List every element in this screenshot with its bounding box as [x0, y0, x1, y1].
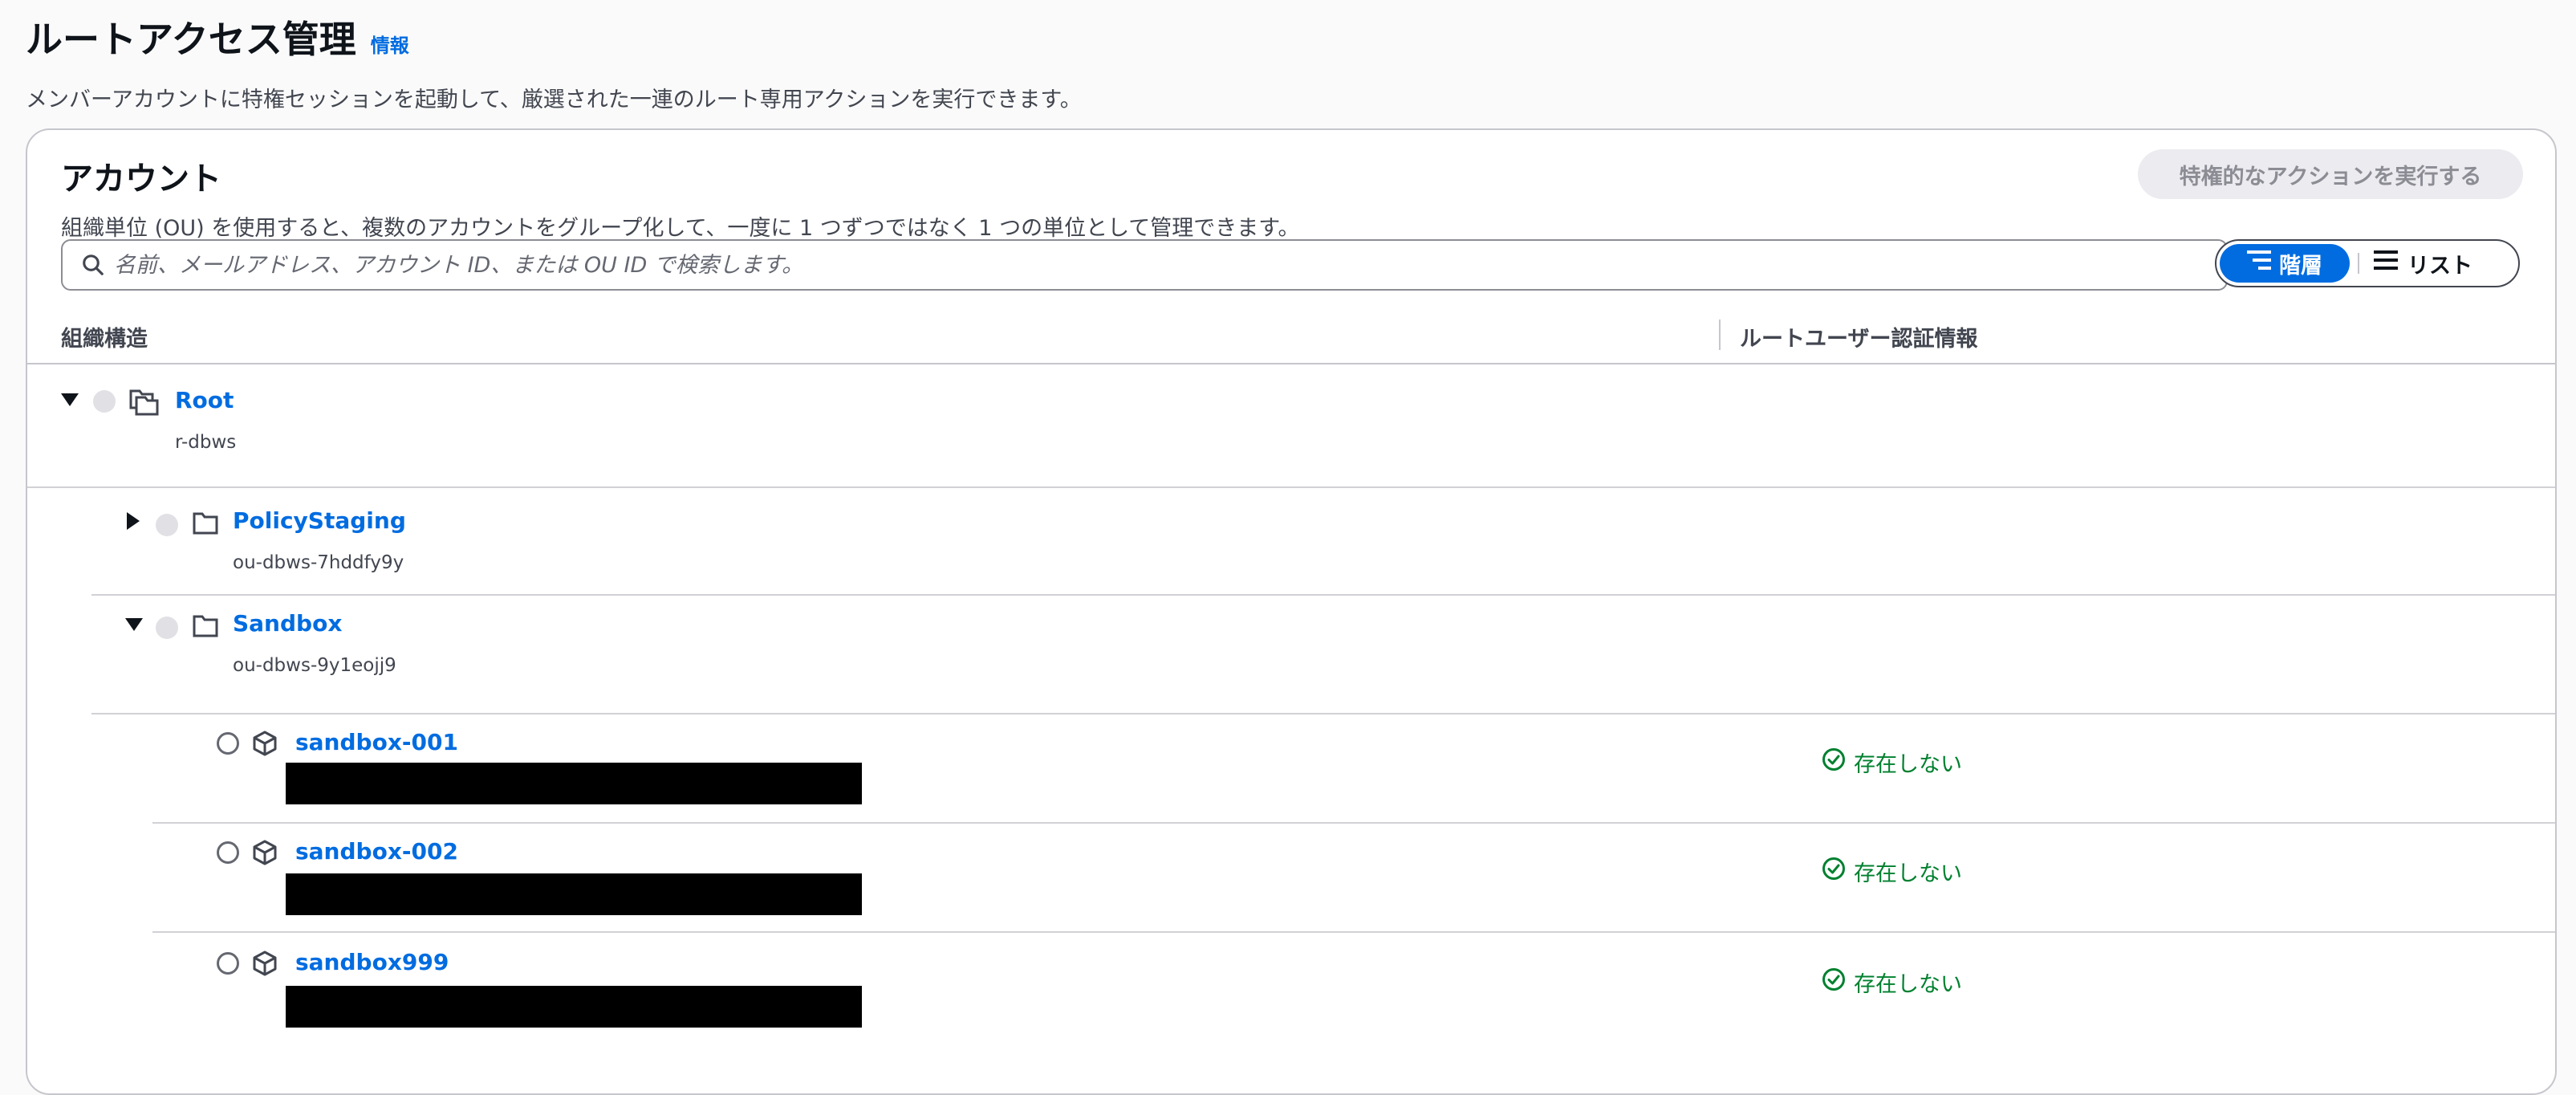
title-row: ルートアクセス管理 情報 — [26, 14, 1082, 64]
ou-select-indicator — [156, 617, 178, 639]
account-name[interactable]: sandbox999 — [295, 949, 449, 975]
redacted-account-details — [286, 986, 862, 1028]
column-header-root-credentials: ルートユーザー認証情報 — [1740, 327, 1978, 352]
panel-description: 組織単位 (OU) を使用すると、複数のアカウントをグループ化して、一度に 1 … — [61, 216, 1300, 241]
page-header: ルートアクセス管理 情報 メンバーアカウントに特権セッションを起動して、厳選され… — [26, 14, 1082, 113]
list-view-label: リスト — [2407, 253, 2472, 279]
redacted-account-details — [286, 763, 862, 804]
root-id: r-dbws — [175, 432, 237, 453]
account-radio[interactable] — [217, 952, 239, 975]
cube-icon — [252, 731, 278, 759]
root-credential-status-text: 存在しない — [1854, 972, 1962, 997]
table-header: 組織構造 ルートユーザー認証情報 — [27, 313, 2555, 364]
root-credential-status: 存在しない — [1822, 856, 1962, 887]
accounts-panel: アカウント 組織単位 (OU) を使用すると、複数のアカウントをグループ化して、… — [26, 128, 2557, 1095]
root-select-indicator — [93, 390, 116, 413]
root-credential-status: 存在しない — [1822, 967, 1962, 998]
root-folders-icon — [128, 389, 159, 419]
root-credential-status: 存在しない — [1822, 747, 1962, 778]
tree-row-ou: PolicyStaging ou-dbws-7hddfy9y — [27, 488, 2555, 594]
privileged-action-button[interactable]: 特権的なアクションを実行する — [2138, 149, 2523, 199]
view-toggle: 階層 リスト — [2215, 239, 2520, 287]
account-name[interactable]: sandbox-002 — [295, 838, 458, 865]
tree-row-account: sandbox-002 存在しない — [27, 824, 2555, 931]
check-circle-icon — [1822, 747, 1846, 777]
folder-icon — [193, 512, 218, 538]
panel-title: アカウント — [61, 161, 221, 197]
list-view-button[interactable]: リスト — [2374, 248, 2472, 279]
tree-row-root: Root r-dbws — [27, 363, 2555, 486]
list-icon — [2374, 250, 2398, 277]
account-radio[interactable] — [217, 841, 239, 864]
folder-icon — [193, 615, 218, 641]
caret-down-icon[interactable] — [61, 392, 79, 411]
page-title: ルートアクセス管理 — [26, 18, 356, 61]
search-input[interactable] — [112, 251, 2226, 279]
check-circle-icon — [1822, 967, 1846, 997]
hierarchy-icon — [2247, 250, 2271, 277]
ou-name[interactable]: Sandbox — [233, 610, 342, 637]
search-icon — [74, 253, 112, 277]
toggle-separator — [2358, 253, 2359, 274]
tree-row-account: sandbox999 存在しない — [27, 933, 2555, 1045]
ou-name[interactable]: PolicyStaging — [233, 507, 406, 534]
hierarchy-view-button[interactable]: 階層 — [2220, 244, 2350, 283]
root-credential-status-text: 存在しない — [1854, 752, 1962, 777]
ou-id: ou-dbws-9y1eojj9 — [233, 655, 396, 676]
ou-select-indicator — [156, 514, 178, 536]
root-credential-status-text: 存在しない — [1854, 861, 1962, 886]
hierarchy-view-label: 階層 — [2279, 253, 2322, 279]
caret-down-icon[interactable] — [125, 617, 143, 636]
redacted-account-details — [286, 873, 862, 915]
info-link[interactable]: 情報 — [371, 30, 409, 58]
account-name[interactable]: sandbox-001 — [295, 729, 458, 755]
cube-icon — [252, 840, 278, 869]
root-name[interactable]: Root — [175, 387, 234, 413]
column-divider[interactable] — [1719, 320, 1721, 350]
column-header-structure: 組織構造 — [61, 327, 148, 352]
page-description: メンバーアカウントに特権セッションを起動して、厳選された一連のルート専用アクショ… — [26, 88, 1082, 112]
cube-icon — [252, 950, 278, 979]
caret-right-icon[interactable] — [125, 512, 141, 533]
ou-id: ou-dbws-7hddfy9y — [233, 552, 404, 573]
tree-row-account: sandbox-001 存在しない — [27, 714, 2555, 822]
account-radio[interactable] — [217, 732, 239, 755]
check-circle-icon — [1822, 857, 1846, 886]
tree-row-ou: Sandbox ou-dbws-9y1eojj9 — [27, 596, 2555, 713]
search-box[interactable] — [61, 239, 2228, 291]
